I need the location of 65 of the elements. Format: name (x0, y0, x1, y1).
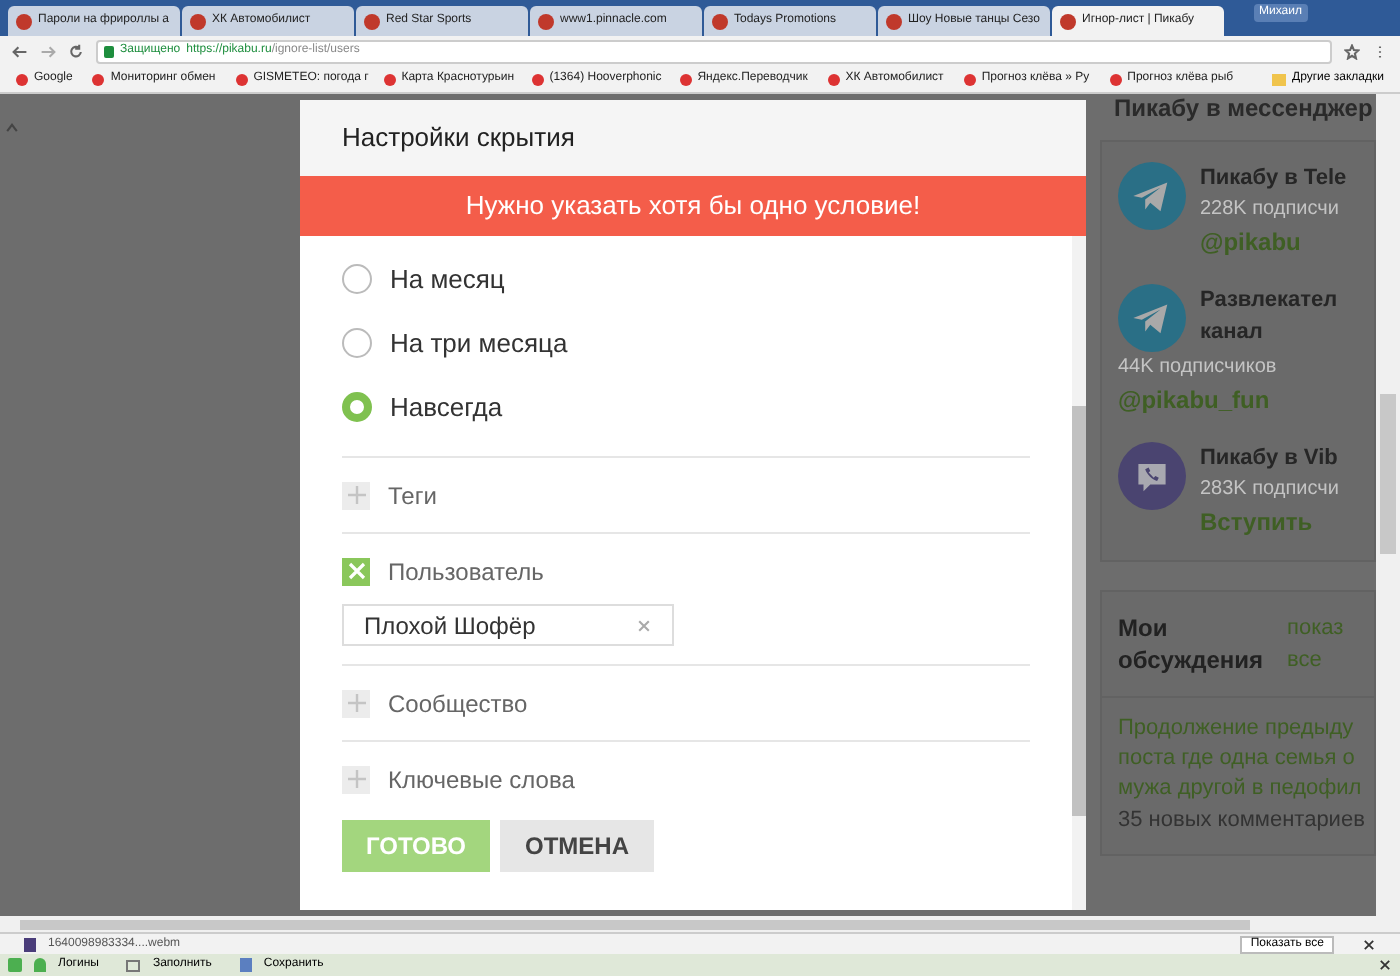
radio-button[interactable] (342, 392, 372, 422)
bookmark-icon (235, 73, 248, 85)
add-toggle[interactable] (342, 689, 370, 717)
bookmark-icon (1109, 73, 1122, 85)
bookmark-icon (383, 73, 396, 85)
forward-arrow-icon[interactable] (40, 43, 56, 59)
condition-label: Ключевые слова (388, 763, 575, 797)
form-icon (126, 959, 141, 971)
subscriber-count: 44K подписчиков (1118, 354, 1279, 382)
condition-label: Пользователь (388, 555, 544, 589)
phone-bubble-icon (1118, 442, 1186, 510)
star-icon[interactable] (1344, 43, 1360, 59)
bookmark-icon (92, 73, 105, 85)
dialog-scrollbar[interactable] (1072, 236, 1086, 910)
add-toggle[interactable] (342, 765, 370, 793)
checked-checkbox[interactable] (342, 557, 370, 585)
scroll-thumb[interactable] (1380, 394, 1396, 554)
paper-plane-icon (1118, 284, 1186, 352)
condition-label: Сообщество (388, 687, 528, 721)
folder-icon (1272, 73, 1287, 85)
favicon-icon (712, 13, 728, 29)
channel-name: Пикабу в Vib (1200, 444, 1340, 474)
sidebar-heading: Пикабу в мессенджер (1112, 94, 1375, 124)
clear-icon[interactable] (636, 617, 652, 633)
radio-button[interactable] (342, 328, 372, 358)
close-icon[interactable] (1378, 958, 1392, 972)
save-icon (239, 958, 252, 972)
error-message: Нужно указать хотя бы одно условие! (465, 188, 921, 225)
add-toggle[interactable] (342, 481, 370, 509)
channel-name: Пикабу в Tele (1200, 164, 1349, 194)
reload-icon[interactable] (68, 43, 84, 59)
bookmark-icon (531, 73, 544, 85)
file-icon (24, 937, 36, 951)
bookmark-icon (963, 73, 976, 85)
subscriber-count: 283K подписчи (1200, 476, 1341, 504)
lock-icon (104, 45, 114, 57)
favicon-icon (886, 13, 902, 29)
radio-label: Навсегда (390, 389, 503, 426)
favicon-icon (538, 13, 554, 29)
favicon-icon (190, 13, 206, 29)
scroll-thumb[interactable] (20, 919, 1250, 929)
favicon-icon (16, 13, 32, 29)
bookmark-icon (679, 73, 692, 85)
horizontal-scrollbar[interactable] (0, 916, 1400, 932)
cancel-button[interactable]: ОТМЕНА (500, 820, 654, 872)
channel-name: Развлекател канал (1200, 286, 1340, 348)
favicon-icon (364, 13, 380, 29)
lock-icon (34, 958, 46, 972)
discussions-title: Мои обсуждения (1118, 612, 1266, 676)
paper-plane-icon (1118, 162, 1186, 230)
radio-button[interactable] (342, 264, 372, 294)
close-icon[interactable] (1362, 937, 1376, 951)
dialog-title: Настройки скрытия (342, 120, 575, 157)
back-arrow-icon[interactable] (12, 43, 28, 59)
bookmark-icon (16, 73, 28, 85)
subscriber-count: 228K подписчи (1200, 196, 1341, 224)
condition-label: Теги (388, 479, 437, 513)
radio-label: На месяц (390, 261, 505, 298)
scroll-thumb[interactable] (1072, 406, 1086, 816)
radio-label: На три месяца (390, 325, 568, 362)
vertical-scrollbar[interactable] (1376, 94, 1400, 916)
bookmark-icon (827, 73, 840, 85)
favicon-icon (1060, 13, 1076, 29)
chevron-up-icon[interactable] (4, 120, 20, 136)
user-input-field[interactable]: Плохой Шофёр (342, 604, 674, 646)
